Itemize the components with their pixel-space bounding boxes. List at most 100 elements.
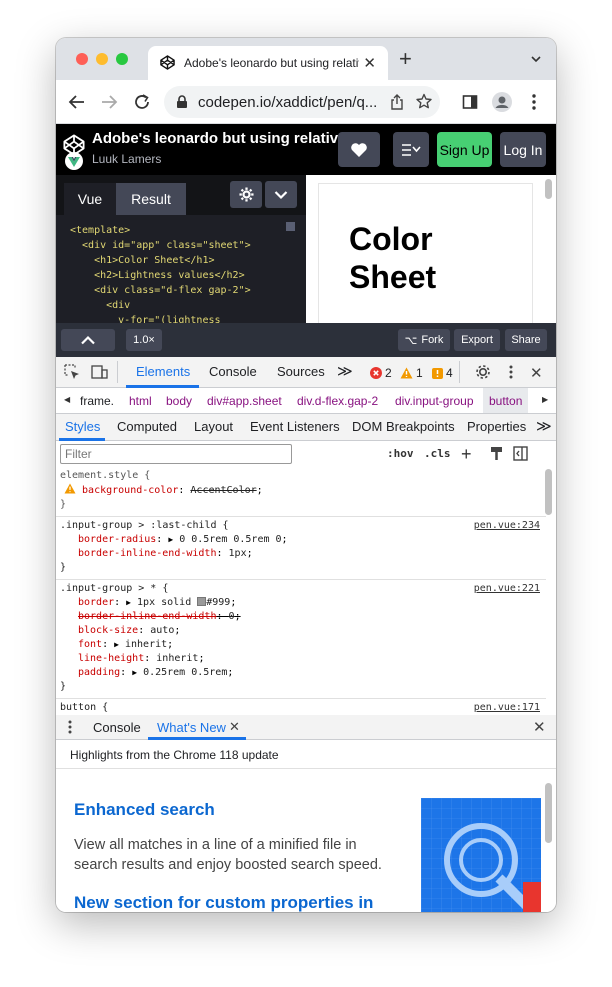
new-style-rule-icon[interactable]: + (461, 444, 472, 465)
tab-properties[interactable]: Properties (467, 419, 526, 434)
drawer-menu-icon[interactable] (68, 720, 72, 737)
drawer-tab-console[interactable]: Console (93, 720, 141, 735)
signup-button[interactable]: Sign Up (437, 132, 492, 167)
expand-triangle-icon[interactable]: ▶ (126, 598, 131, 607)
breadcrumb-left-icon[interactable]: ◀ (64, 395, 70, 404)
drawer-tab-whats-new[interactable]: What's New (157, 720, 226, 735)
devtools-settings-gear-icon[interactable] (475, 364, 491, 385)
breadcrumb-item[interactable]: body (166, 394, 192, 408)
expand-triangle-icon[interactable]: ▶ (168, 535, 173, 544)
side-panel-icon[interactable] (459, 91, 481, 113)
editor-settings-button[interactable] (230, 181, 262, 208)
back-arrow-icon[interactable] (66, 91, 88, 113)
profile-avatar-icon[interactable] (491, 91, 513, 113)
breadcrumb-item[interactable]: div.d-flex.gap-2 (297, 394, 378, 408)
style-declaration[interactable]: padding: ▶ 0.25rem 0.5rem; (60, 666, 542, 680)
editor-collapse-button[interactable] (265, 181, 297, 208)
close-devtools-icon[interactable]: ✕ (530, 364, 543, 382)
zoom-button[interactable]: 1.0× (126, 329, 162, 351)
tab-elements[interactable]: Elements (136, 364, 190, 379)
console-toggle-button[interactable] (61, 329, 115, 351)
forward-arrow-icon[interactable] (98, 91, 120, 113)
maximize-window-button[interactable] (116, 53, 128, 65)
reload-icon[interactable] (131, 91, 153, 113)
error-count[interactable]: 2 (370, 366, 392, 380)
paint-brush-icon[interactable] (490, 446, 503, 466)
tab-dom-breakpoints[interactable]: DOM Breakpoints (352, 419, 455, 434)
style-declaration[interactable]: background-color: AccentColor; (60, 483, 542, 498)
fork-button[interactable]: ⌥ Fork (398, 329, 450, 351)
expand-triangle-icon[interactable]: ▶ (132, 668, 137, 677)
style-declaration[interactable]: block-size: auto; (60, 624, 542, 638)
style-declaration[interactable]: border-inline-end-width: 0; (60, 610, 542, 624)
rule-source-link[interactable]: pen.vue:221 (474, 582, 540, 596)
breadcrumb-right-icon[interactable]: ▶ (542, 395, 548, 404)
rule-source-link[interactable]: pen.vue:171 (474, 701, 540, 715)
close-window-button[interactable] (76, 53, 88, 65)
devtools-menu-icon[interactable] (509, 365, 513, 384)
close-drawer-icon[interactable]: ✕ (533, 718, 546, 736)
tab-layout[interactable]: Layout (194, 419, 233, 434)
close-tab-icon[interactable]: ✕ (363, 54, 376, 72)
filter-input[interactable]: Filter (60, 444, 292, 464)
expand-triangle-icon[interactable]: ▶ (114, 640, 119, 649)
lock-icon[interactable] (176, 95, 188, 114)
whats-new-title-2[interactable]: New section for custom properties in (74, 893, 373, 912)
tab-result[interactable]: Result (116, 183, 186, 215)
bookmark-star-icon[interactable] (416, 93, 432, 114)
class-toggle[interactable]: .cls (424, 447, 451, 460)
style-declaration[interactable]: font: ▶ inherit; (60, 638, 542, 652)
styles-scrollbar[interactable] (545, 469, 552, 515)
whats-new-title-1[interactable]: Enhanced search (74, 800, 215, 820)
more-tabs-icon[interactable]: ≫ (337, 362, 353, 380)
close-whats-new-icon[interactable]: ✕ (229, 719, 240, 735)
style-rule[interactable]: element.style { background-color: Accent… (56, 467, 546, 517)
share-page-icon[interactable] (390, 94, 404, 115)
style-rule[interactable]: .input-group > :last-child { pen.vue:234… (56, 517, 546, 580)
browser-menu-icon[interactable] (523, 91, 545, 113)
tab-styles[interactable]: Styles (65, 419, 100, 434)
style-rule[interactable]: button { pen.vue:171 (56, 699, 546, 715)
pen-author[interactable]: Luuk Lamers (92, 152, 161, 166)
color-swatch[interactable] (197, 597, 207, 606)
tab-search-chevron-icon[interactable] (530, 52, 542, 70)
style-declaration[interactable]: border-radius: ▶ 0 0.5rem 0.5rem 0; (60, 533, 542, 547)
toggle-sidebar-icon[interactable] (513, 446, 528, 466)
rule-source-link[interactable]: pen.vue:234 (474, 519, 540, 533)
breadcrumb-item[interactable]: frame. (80, 394, 114, 408)
share-button[interactable]: Share (505, 329, 547, 351)
style-declaration[interactable]: line-height: inherit; (60, 652, 542, 666)
minimize-window-button[interactable] (96, 53, 108, 65)
export-button[interactable]: Export (454, 329, 500, 351)
code-content[interactable]: <template> <div id="app" class="sheet"> … (70, 223, 251, 328)
tab-computed[interactable]: Computed (117, 419, 177, 434)
browser-tab[interactable]: Adobe's leonardo but using relative ✕ (148, 46, 388, 80)
inspect-element-icon[interactable] (64, 364, 80, 385)
tab-console[interactable]: Console (209, 364, 257, 379)
pen-title[interactable]: Adobe's leonardo but using relative ... (92, 130, 363, 147)
login-button[interactable]: Log In (500, 132, 546, 167)
preview-scrollbar[interactable] (545, 179, 552, 199)
style-declaration[interactable]: border-inline-end-width: 1px; (60, 547, 542, 561)
hover-state-toggle[interactable]: :hov (387, 447, 414, 460)
tab-event-listeners[interactable]: Event Listeners (250, 419, 340, 434)
tab-vue[interactable]: Vue (64, 183, 116, 215)
warning-count[interactable]: 1 (400, 366, 423, 380)
breadcrumb-item[interactable]: html (129, 394, 152, 408)
address-bar[interactable]: codepen.io/xaddict/pen/q... (164, 86, 440, 118)
breadcrumb-item[interactable]: div.input-group (395, 394, 474, 408)
drawer-scrollbar[interactable] (545, 783, 552, 843)
styles-pane[interactable]: element.style { background-color: Accent… (56, 467, 546, 715)
heart-button[interactable] (338, 132, 380, 167)
style-rule[interactable]: .input-group > * { pen.vue:221 border: ▶… (56, 580, 546, 699)
tab-sources[interactable]: Sources (277, 364, 325, 379)
more-subtabs-icon[interactable]: ≫ (536, 417, 552, 435)
breadcrumb-item[interactable]: div#app.sheet (207, 394, 282, 408)
issue-count[interactable]: 4 (432, 366, 453, 380)
device-toolbar-icon[interactable] (91, 364, 108, 385)
breadcrumb-item-selected[interactable]: button (483, 388, 529, 413)
new-tab-icon[interactable]: + (399, 48, 412, 70)
view-layout-button[interactable] (393, 132, 429, 167)
error-icon (370, 367, 382, 379)
style-declaration[interactable]: border: ▶ 1px solid #999; (60, 596, 542, 610)
